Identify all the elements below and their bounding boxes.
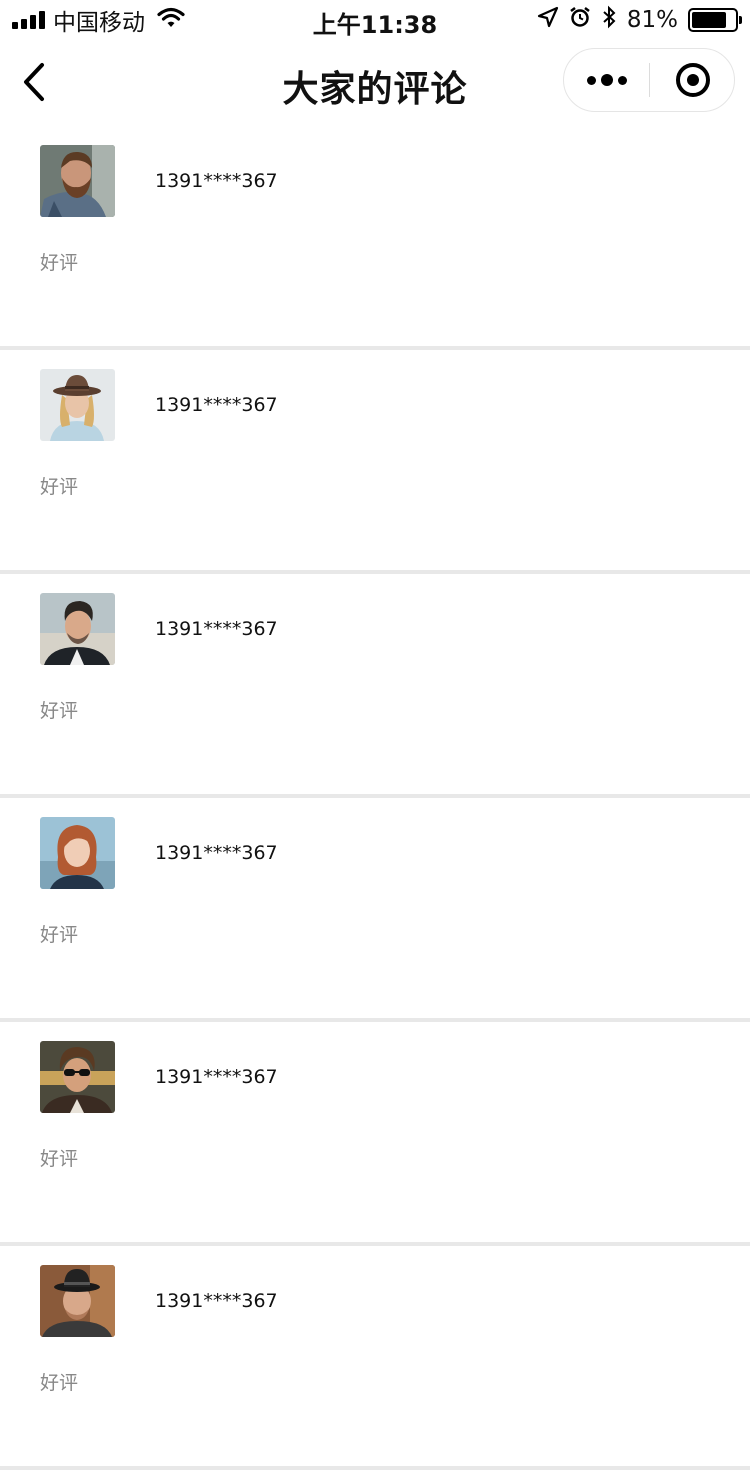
close-button[interactable] [650,49,736,111]
avatar[interactable] [40,817,115,889]
more-icon [587,75,596,85]
close-target-icon [676,63,710,97]
comment-item: 1391****367 好评 [0,350,750,574]
comment-item: 1391****367 好评 [0,574,750,798]
comment-username: 1391****367 [155,1066,278,1088]
avatar[interactable] [40,1041,115,1113]
avatar[interactable] [40,145,115,217]
avatar-redhead-woman-icon [40,817,115,889]
avatar[interactable] [40,369,115,441]
comment-username: 1391****367 [155,1290,278,1312]
comment-text: 好评 [40,700,79,722]
battery-icon [688,8,742,32]
avatar-woman-hat-icon [40,369,115,441]
comment-item: 1391****367 好评 [0,126,750,350]
comment-item: 1391****367 好评 [0,798,750,1022]
status-bar: 中国移动 上午11:38 81% [0,0,750,40]
location-icon [537,6,559,34]
comment-item: 1391****367 好评 [0,1022,750,1246]
comment-username: 1391****367 [155,170,278,192]
avatar-man-sunglasses-icon [40,1041,115,1113]
battery-percent: 81% [626,7,678,33]
mini-program-capsule [563,48,735,112]
avatar[interactable] [40,593,115,665]
comment-text: 好评 [40,1372,79,1394]
comment-username: 1391****367 [155,394,278,416]
more-button[interactable] [564,49,650,111]
comment-username: 1391****367 [155,842,278,864]
nav-bar: 大家的评论 [0,40,750,126]
comment-text: 好评 [40,252,79,274]
comment-text: 好评 [40,1148,79,1170]
bluetooth-icon [601,5,617,35]
avatar-young-man-icon [40,593,115,665]
comment-text: 好评 [40,476,79,498]
comment-text: 好评 [40,924,79,946]
comment-list: 1391****367 好评 1391****367 好评 1391****36… [0,126,750,1470]
avatar-man-hat-icon [40,1265,115,1337]
avatar-bearded-man-icon [40,145,115,217]
comment-username: 1391****367 [155,618,278,640]
alarm-icon [569,6,591,34]
avatar[interactable] [40,1265,115,1337]
comment-item: 1391****367 好评 [0,1246,750,1470]
